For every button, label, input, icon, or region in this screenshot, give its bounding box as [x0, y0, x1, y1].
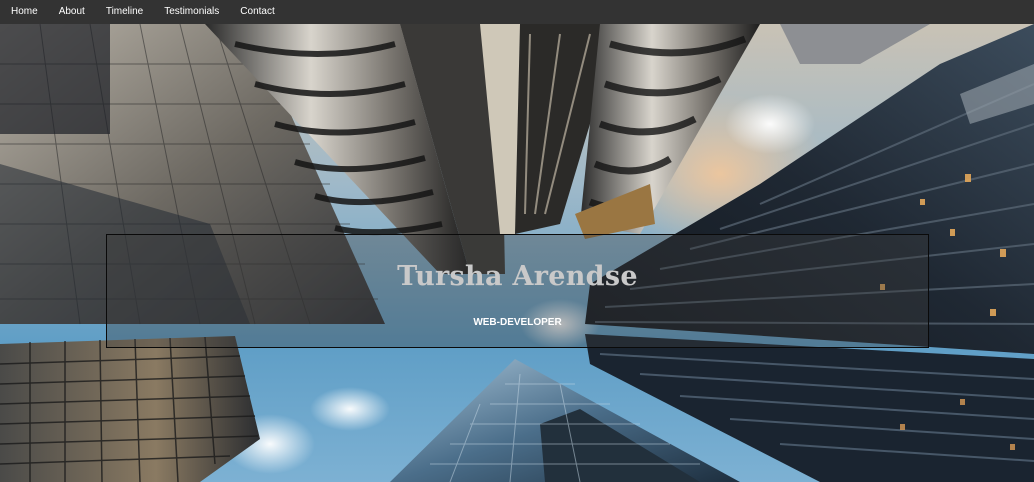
top-navbar: Home About Timeline Testimonials Contact	[0, 0, 1034, 24]
nav-link-contact[interactable]: Contact	[229, 0, 284, 24]
nav-link-about[interactable]: About	[48, 0, 95, 24]
hero-title-box: Tursha Arendse WEB-DEVELOPER	[106, 234, 929, 348]
hero-section: Tursha Arendse WEB-DEVELOPER	[0, 24, 1034, 482]
nav-link-testimonials[interactable]: Testimonials	[153, 0, 229, 24]
nav-link-timeline[interactable]: Timeline	[95, 0, 153, 24]
nav-link-home[interactable]: Home	[0, 0, 48, 24]
hero-name-heading: Tursha Arendse	[397, 261, 638, 292]
hero-role-subtitle: WEB-DEVELOPER	[473, 317, 562, 328]
